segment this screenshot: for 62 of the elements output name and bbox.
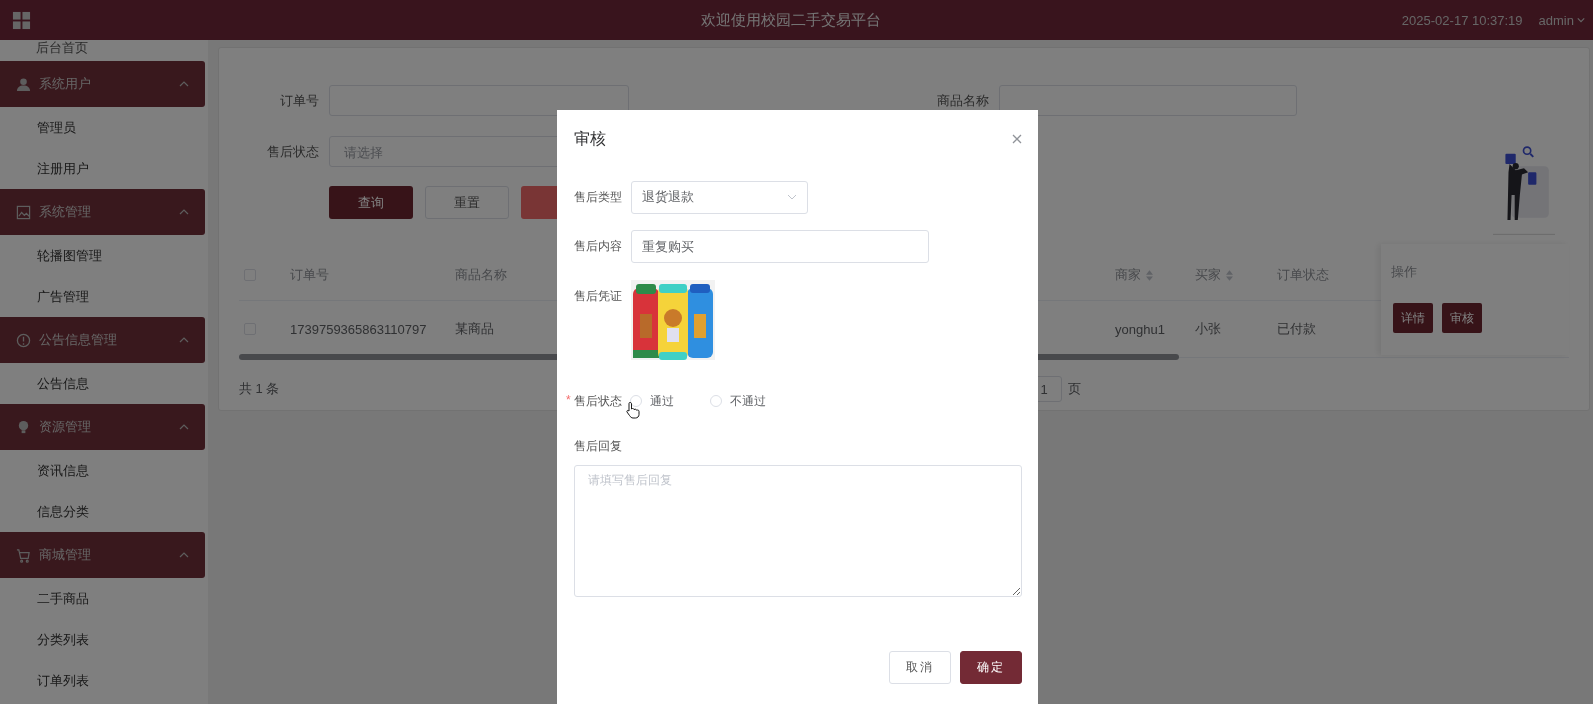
datetime: 2025-02-17 10:37:19 xyxy=(1401,12,1523,28)
sidebar-item[interactable]: 二手商品 xyxy=(0,578,208,619)
field-label: * 售后状态 xyxy=(566,392,622,410)
sidebar-group-header[interactable]: 资源管理 xyxy=(0,404,205,450)
sidebar-item[interactable]: 订单列表 xyxy=(0,660,208,701)
site-title: 欢迎使用校园二手交易平台 xyxy=(700,10,883,30)
hand-cursor-icon xyxy=(625,400,640,419)
field-label: 售后回复 xyxy=(574,438,623,455)
row-action-button[interactable]: 详情 xyxy=(1393,303,1433,333)
product-name-field[interactable] xyxy=(999,85,1297,116)
reset-button[interactable]: 重置 xyxy=(425,186,509,219)
sidebar-item[interactable]: 资讯信息 xyxy=(0,450,208,491)
required-mark: * xyxy=(566,392,571,407)
field-label: 售后内容 xyxy=(574,237,623,255)
radio-option[interactable]: 不通过 xyxy=(709,392,766,410)
table-cell-text: 小张 xyxy=(1195,320,1222,338)
cancel-button[interactable]: 取消 xyxy=(889,651,951,684)
field-label: 售后状态 xyxy=(266,142,320,161)
sidebar-group-header[interactable]: 商城管理 xyxy=(0,532,205,578)
page-suffix: 页 xyxy=(1068,380,1081,398)
sidebar-item[interactable]: 注册用户 xyxy=(0,148,208,189)
sidebar-item[interactable]: 公告信息 xyxy=(0,363,208,404)
sort-icon[interactable] xyxy=(1146,269,1153,281)
sidebar-group-header[interactable]: 系统用户 xyxy=(0,61,205,107)
chevron-icon xyxy=(787,194,797,200)
sidebar-group-header[interactable]: 公告信息管理 xyxy=(0,317,205,363)
close-icon[interactable] xyxy=(1012,134,1022,144)
chevron-icon xyxy=(179,552,189,558)
sidebar-group-header[interactable]: 系统管理 xyxy=(0,189,205,235)
type-select[interactable]: 退货退款 xyxy=(631,180,808,214)
sidebar-item[interactable]: 管理员 xyxy=(0,107,208,148)
caret-icon xyxy=(1577,17,1585,23)
alert-icon xyxy=(16,332,31,348)
cart-icon xyxy=(16,547,31,563)
confirm-button[interactable]: 确定 xyxy=(960,651,1022,684)
bulb-icon xyxy=(16,419,31,435)
content-field[interactable]: 重复购买 xyxy=(631,229,929,263)
chevron-icon xyxy=(179,337,189,343)
user-menu[interactable]: admin xyxy=(1538,12,1585,28)
field-label: 订单号 xyxy=(279,91,320,110)
field-label: 售后类型 xyxy=(574,188,623,206)
sidebar-item[interactable]: 后台首页 xyxy=(0,40,208,61)
chevron-icon xyxy=(179,209,189,215)
chevron-icon xyxy=(179,81,189,87)
field-label: 商品名称 xyxy=(936,91,990,110)
row-action-button[interactable]: 审核 xyxy=(1442,303,1482,333)
total-count: 共 1 条 xyxy=(239,380,280,398)
sidebar-item[interactable]: 轮播图管理 xyxy=(0,235,208,276)
table-cell-text: yonghu1 xyxy=(1115,321,1166,337)
sidebar-item[interactable]: 广告管理 xyxy=(0,276,208,317)
table-cell-text: 已付款 xyxy=(1277,320,1317,338)
grid-icon[interactable] xyxy=(12,10,31,30)
field-label: 售后凭证 xyxy=(574,288,623,305)
sort-icon[interactable] xyxy=(1226,269,1233,281)
table-cell-text: 1739759365863110797 xyxy=(290,321,428,337)
query-button[interactable]: 查询 xyxy=(329,186,413,219)
user-icon xyxy=(16,76,31,92)
image-icon xyxy=(16,204,31,220)
table-cell-text: 某商品 xyxy=(455,320,495,338)
chevron-icon xyxy=(179,424,189,430)
sidebar-item[interactable]: 分类列表 xyxy=(0,619,208,660)
sidebar-item[interactable]: 信息分类 xyxy=(0,491,208,532)
